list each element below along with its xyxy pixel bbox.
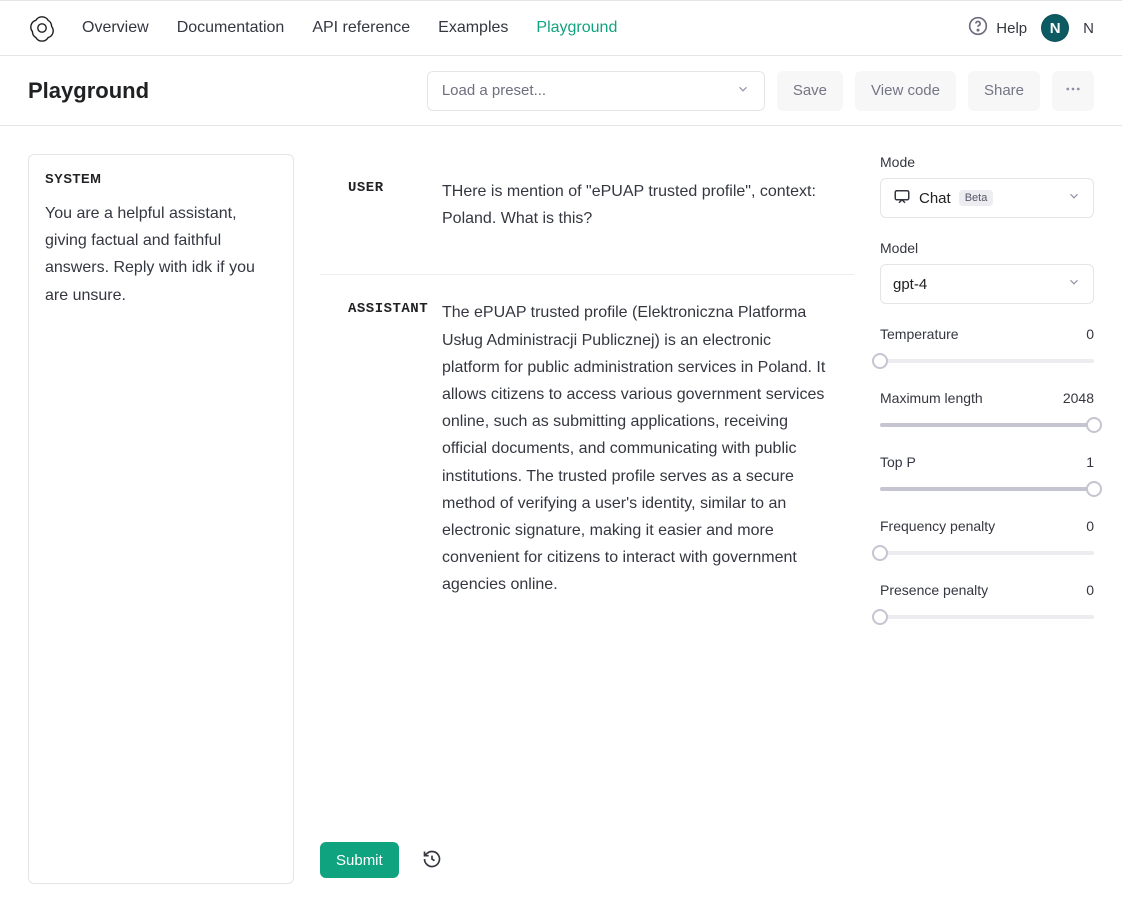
nav-item-api-reference[interactable]: API reference bbox=[312, 19, 410, 37]
topp-slider[interactable] bbox=[880, 480, 1094, 498]
model-label: Model bbox=[880, 240, 1094, 256]
page-title: Playground bbox=[28, 78, 149, 104]
nav-item-overview[interactable]: Overview bbox=[82, 19, 149, 37]
chat-scroll[interactable]: USERTHere is mention of "ePUAP trusted p… bbox=[320, 154, 854, 824]
temperature-slider[interactable] bbox=[880, 352, 1094, 370]
history-button[interactable] bbox=[417, 845, 447, 875]
message-role: USER bbox=[348, 178, 442, 232]
chat-actions: Submit bbox=[320, 842, 854, 878]
chevron-down-icon bbox=[1067, 189, 1081, 207]
chevron-down-icon bbox=[1067, 275, 1081, 293]
submit-button[interactable]: Submit bbox=[320, 842, 399, 878]
save-button[interactable]: Save bbox=[777, 71, 843, 111]
topp-label: Top P bbox=[880, 454, 916, 470]
message-content[interactable]: THere is mention of "ePUAP trusted profi… bbox=[442, 178, 826, 232]
help-icon bbox=[968, 16, 988, 40]
freq-value: 0 bbox=[1086, 518, 1094, 534]
topp-value: 1 bbox=[1086, 454, 1094, 470]
nav-item-playground[interactable]: Playground bbox=[536, 19, 617, 37]
nav-item-examples[interactable]: Examples bbox=[438, 19, 508, 37]
model-select[interactable]: gpt-4 bbox=[880, 264, 1094, 304]
beta-badge: Beta bbox=[959, 190, 994, 206]
chat-icon bbox=[893, 187, 911, 209]
workspace: SYSTEM You are a helpful assistant, givi… bbox=[0, 126, 1122, 912]
mode-value: Chat bbox=[919, 190, 951, 207]
temperature-value: 0 bbox=[1086, 326, 1094, 342]
pres-slider[interactable] bbox=[880, 608, 1094, 626]
message-role: ASSISTANT bbox=[348, 299, 442, 598]
page-header: Playground Load a preset... Save View co… bbox=[0, 56, 1122, 126]
freq-slider[interactable] bbox=[880, 544, 1094, 562]
temperature-label: Temperature bbox=[880, 326, 959, 342]
system-label: SYSTEM bbox=[45, 171, 277, 186]
top-nav-bar: Overview Documentation API reference Exampl… bbox=[0, 0, 1122, 56]
maxlen-label: Maximum length bbox=[880, 390, 983, 406]
help-button[interactable]: Help bbox=[968, 16, 1027, 40]
username-label: N bbox=[1083, 20, 1094, 37]
help-label: Help bbox=[996, 20, 1027, 37]
pres-label: Presence penalty bbox=[880, 582, 988, 598]
system-panel: SYSTEM You are a helpful assistant, givi… bbox=[28, 154, 294, 884]
mode-label: Mode bbox=[880, 154, 1094, 170]
message-row: USERTHere is mention of "ePUAP trusted p… bbox=[320, 154, 854, 275]
maxlen-value: 2048 bbox=[1063, 390, 1094, 406]
preset-placeholder: Load a preset... bbox=[442, 82, 546, 99]
share-button[interactable]: Share bbox=[968, 71, 1040, 111]
message-row: ASSISTANTThe ePUAP trusted profile (Elek… bbox=[320, 275, 854, 622]
message-content[interactable]: The ePUAP trusted profile (Elektroniczna… bbox=[442, 299, 826, 598]
user-avatar[interactable]: N bbox=[1041, 14, 1069, 42]
freq-label: Frequency penalty bbox=[880, 518, 995, 534]
history-icon bbox=[422, 849, 442, 872]
more-button[interactable] bbox=[1052, 71, 1094, 111]
chat-panel: USERTHere is mention of "ePUAP trusted p… bbox=[320, 154, 854, 878]
openai-logo-icon bbox=[28, 14, 56, 42]
pres-value: 0 bbox=[1086, 582, 1094, 598]
chevron-down-icon bbox=[736, 82, 750, 100]
preset-select[interactable]: Load a preset... bbox=[427, 71, 765, 111]
ellipsis-icon bbox=[1064, 80, 1082, 101]
mode-select[interactable]: Chat Beta bbox=[880, 178, 1094, 218]
nav-item-documentation[interactable]: Documentation bbox=[177, 19, 285, 37]
model-value: gpt-4 bbox=[893, 276, 927, 293]
system-prompt-input[interactable]: You are a helpful assistant, giving fact… bbox=[45, 200, 277, 309]
settings-panel: Mode Chat Beta Model gpt-4 bbox=[880, 154, 1094, 648]
main-nav: Overview Documentation API reference Exampl… bbox=[82, 19, 617, 37]
view-code-button[interactable]: View code bbox=[855, 71, 956, 111]
maxlen-slider[interactable] bbox=[880, 416, 1094, 434]
